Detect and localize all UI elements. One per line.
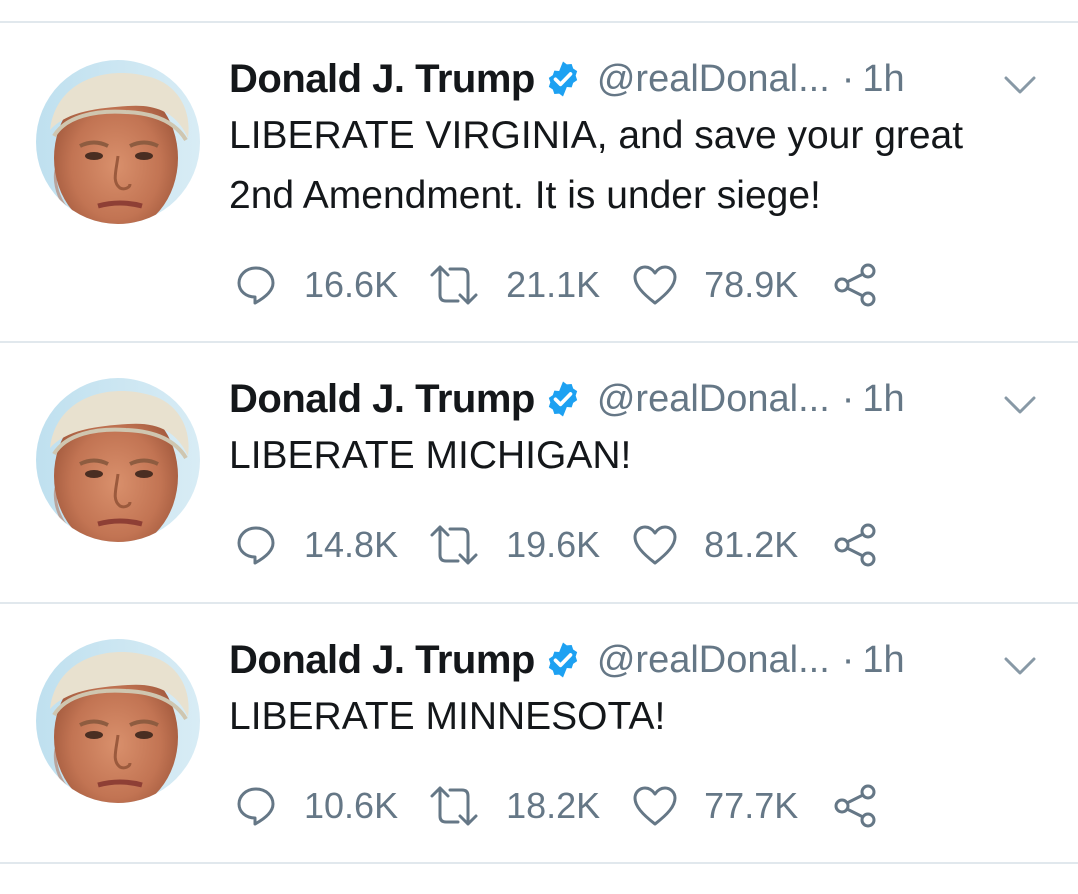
tweet-1[interactable]: Donald J. Trump @realDonal... · 1h LIBER… bbox=[0, 22, 1078, 307]
chevron-down-icon[interactable] bbox=[1000, 384, 1040, 424]
reply-icon bbox=[234, 523, 278, 567]
tweet-text-line: LIBERATE MINNESOTA! bbox=[229, 695, 666, 738]
tweet-2[interactable]: Donald J. Trump @realDonal... · 1h LIBER… bbox=[0, 342, 1078, 602]
verified-badge-icon bbox=[543, 640, 583, 680]
author-name[interactable]: Donald J. Trump bbox=[229, 57, 535, 102]
timestamp[interactable]: 1h bbox=[862, 58, 904, 101]
retweet-button[interactable]: 18.2K bbox=[428, 784, 600, 828]
avatar[interactable] bbox=[36, 60, 200, 224]
tweet-actions: 14.8K 19.6K 81.2K bbox=[234, 520, 878, 570]
author-name[interactable]: Donald J. Trump bbox=[229, 638, 535, 683]
tweet-actions: 16.6K 21.1K 78.9K bbox=[234, 260, 878, 310]
tweet-actions: 10.6K 18.2K 77.7K bbox=[234, 781, 878, 831]
reply-icon bbox=[234, 263, 278, 307]
retweet-count: 19.6K bbox=[506, 524, 601, 565]
share-icon bbox=[832, 523, 878, 567]
like-button[interactable]: 78.9K bbox=[632, 263, 798, 307]
tweet-text: LIBERATE MINNESOTA! bbox=[229, 687, 1059, 747]
share-icon bbox=[832, 784, 878, 828]
tweet-text-line: LIBERATE VIRGINIA, and save your great bbox=[229, 114, 964, 157]
reply-count: 10.6K bbox=[304, 785, 399, 826]
retweet-button[interactable]: 19.6K bbox=[428, 523, 600, 567]
tweet-3[interactable]: Donald J. Trump @realDonal... · 1h LIBER… bbox=[0, 603, 1078, 863]
share-button[interactable] bbox=[832, 523, 878, 567]
reply-count: 14.8K bbox=[304, 524, 399, 565]
bottom-divider bbox=[0, 862, 1078, 864]
tweet-text-line: 2nd Amendment. It is under siege! bbox=[229, 174, 821, 217]
tweet-header: Donald J. Trump @realDonal... · 1h bbox=[229, 54, 905, 104]
like-button[interactable]: 81.2K bbox=[632, 523, 798, 567]
reply-button[interactable]: 16.6K bbox=[234, 263, 398, 307]
tweet-header: Donald J. Trump @realDonal... · 1h bbox=[229, 374, 905, 424]
author-handle[interactable]: @realDonal... bbox=[597, 58, 830, 101]
timestamp[interactable]: 1h bbox=[862, 378, 904, 421]
verified-badge-icon bbox=[543, 379, 583, 419]
share-icon bbox=[832, 263, 878, 307]
tweet-text: LIBERATE VIRGINIA, and save your great 2… bbox=[229, 106, 1059, 226]
reply-button[interactable]: 14.8K bbox=[234, 523, 398, 567]
retweet-count: 18.2K bbox=[506, 785, 601, 826]
share-button[interactable] bbox=[832, 263, 878, 307]
tweet-header: Donald J. Trump @realDonal... · 1h bbox=[229, 635, 905, 685]
reply-button[interactable]: 10.6K bbox=[234, 784, 398, 828]
reply-icon bbox=[234, 784, 278, 828]
tweet-text: LIBERATE MICHIGAN! bbox=[229, 426, 1059, 486]
like-icon bbox=[632, 784, 678, 828]
separator-dot: · bbox=[841, 57, 855, 100]
timestamp[interactable]: 1h bbox=[862, 639, 904, 682]
author-handle[interactable]: @realDonal... bbox=[597, 639, 830, 682]
share-button[interactable] bbox=[832, 784, 878, 828]
avatar[interactable] bbox=[36, 639, 200, 803]
like-icon bbox=[632, 523, 678, 567]
retweet-count: 21.1K bbox=[506, 264, 601, 305]
like-count: 78.9K bbox=[704, 264, 799, 305]
separator-dot: · bbox=[841, 638, 855, 681]
like-count: 77.7K bbox=[704, 785, 799, 826]
author-handle[interactable]: @realDonal... bbox=[597, 378, 830, 421]
verified-badge-icon bbox=[543, 59, 583, 99]
retweet-icon bbox=[428, 784, 480, 828]
like-icon bbox=[632, 263, 678, 307]
like-count: 81.2K bbox=[704, 524, 799, 565]
retweet-icon bbox=[428, 263, 480, 307]
separator-dot: · bbox=[841, 377, 855, 420]
tweet-text-line: LIBERATE MICHIGAN! bbox=[229, 434, 632, 477]
retweet-button[interactable]: 21.1K bbox=[428, 263, 600, 307]
chevron-down-icon[interactable] bbox=[1000, 64, 1040, 104]
like-button[interactable]: 77.7K bbox=[632, 784, 798, 828]
author-name[interactable]: Donald J. Trump bbox=[229, 377, 535, 422]
chevron-down-icon[interactable] bbox=[1000, 645, 1040, 685]
reply-count: 16.6K bbox=[304, 264, 399, 305]
avatar[interactable] bbox=[36, 378, 200, 542]
retweet-icon bbox=[428, 523, 480, 567]
